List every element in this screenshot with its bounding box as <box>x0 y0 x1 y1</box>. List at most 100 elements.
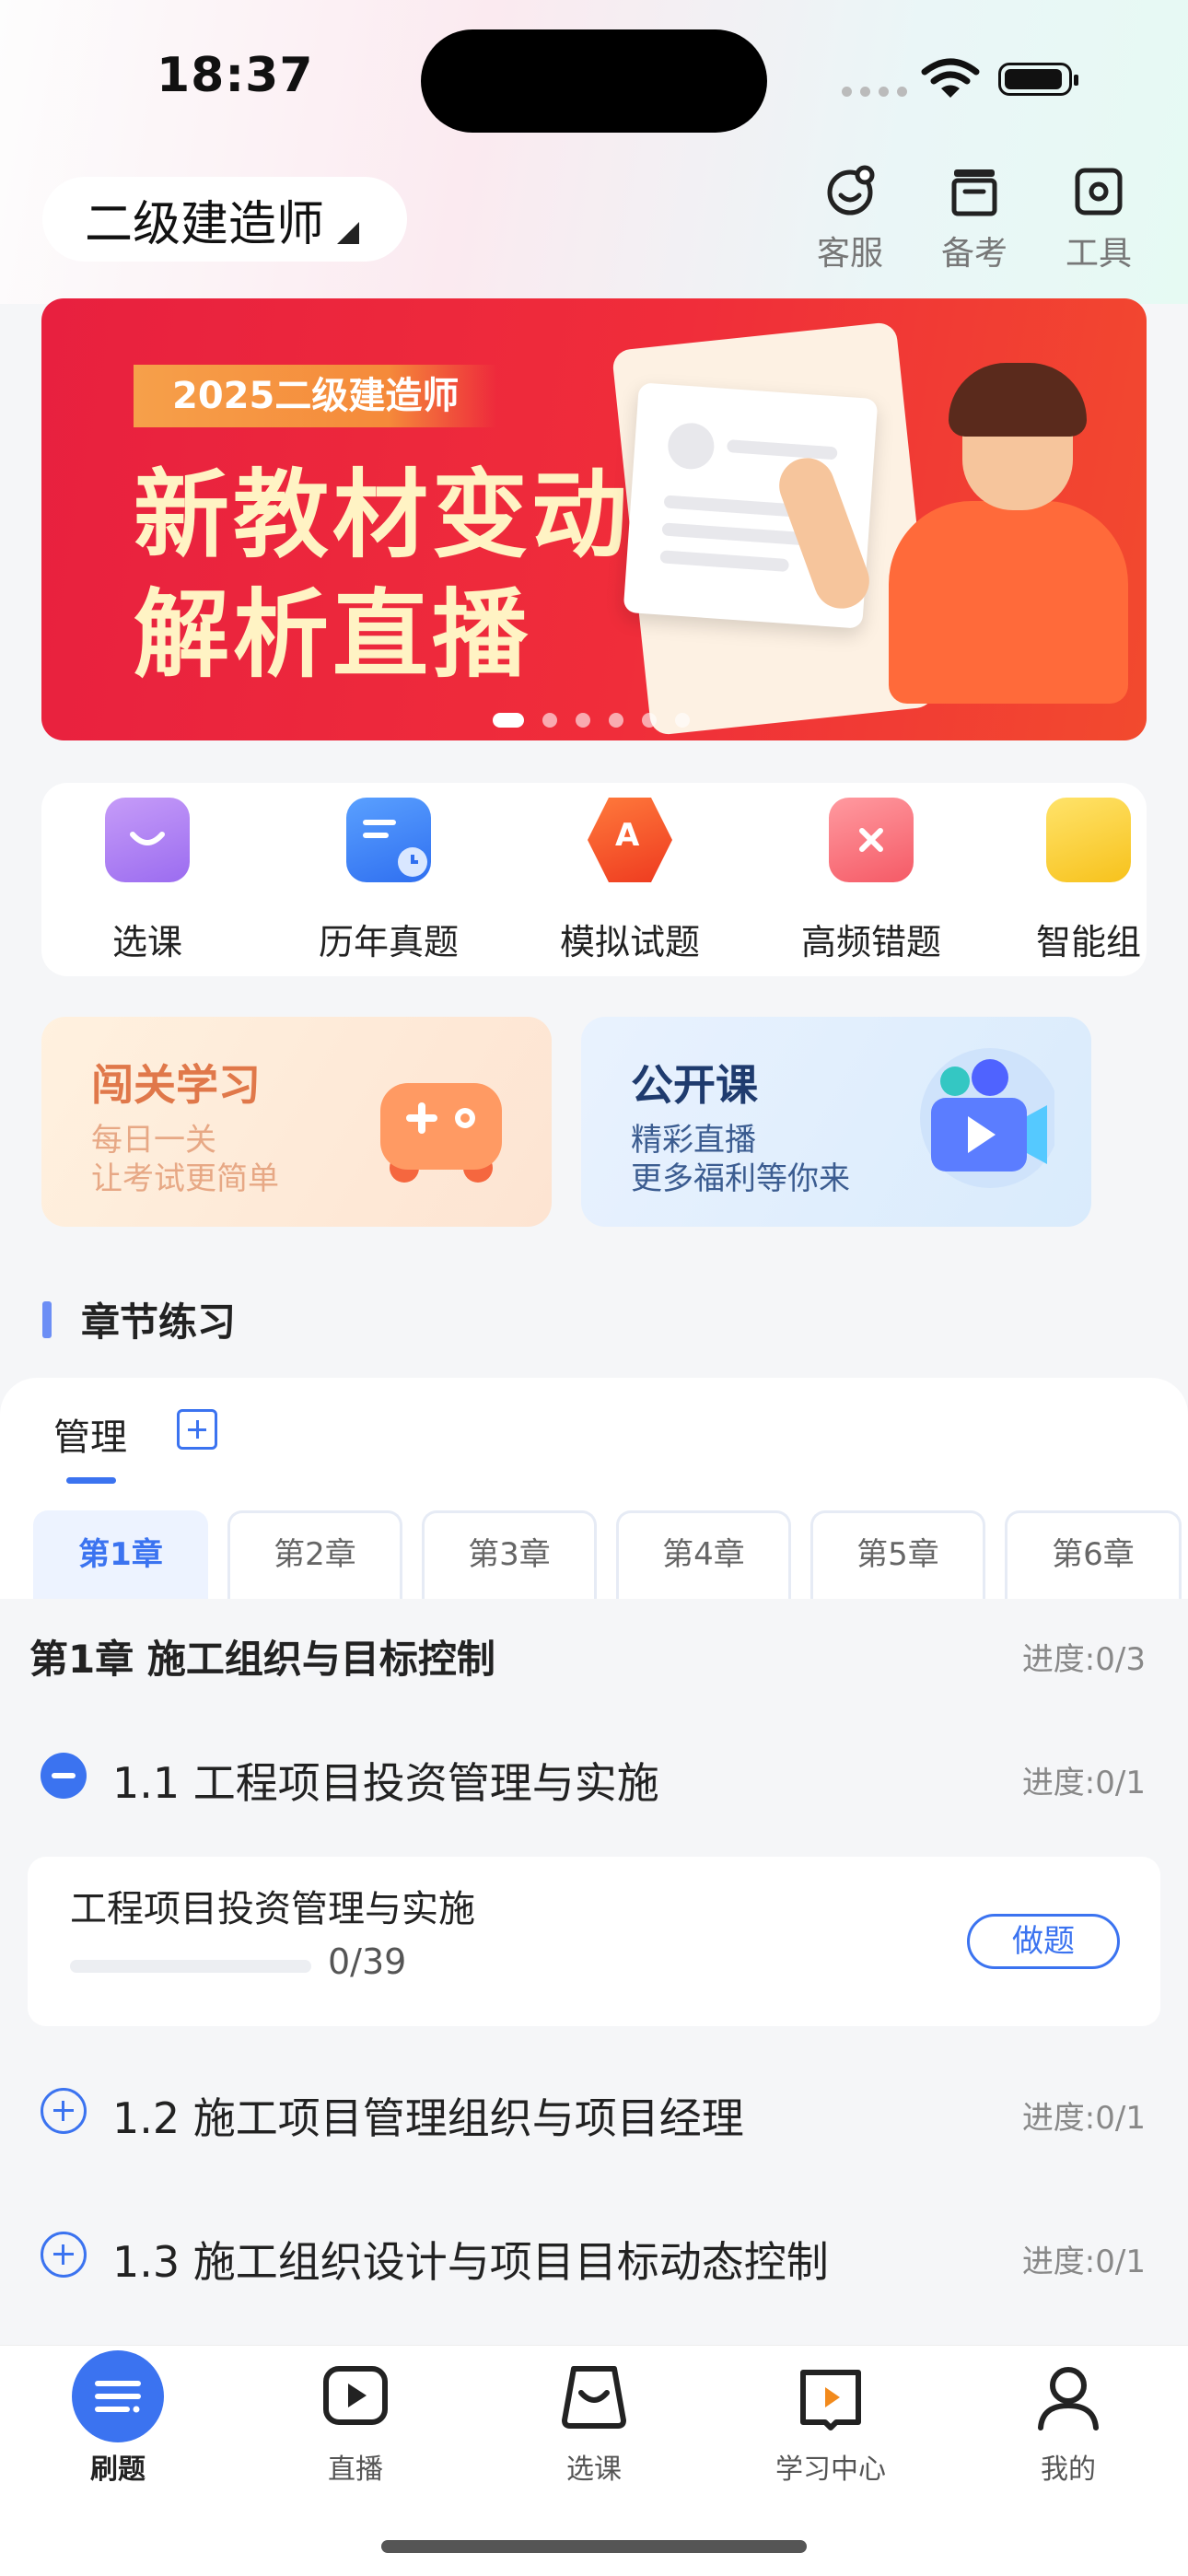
banner-pagination[interactable] <box>493 713 690 728</box>
tools-icon <box>1075 168 1123 216</box>
tab-chapter-3[interactable]: 第3章 <box>422 1510 597 1599</box>
banner-dot[interactable] <box>576 713 590 728</box>
card-title: 公开课 <box>631 1060 758 1110</box>
banner-headline-2: 解析直播 <box>134 578 532 691</box>
shopping-bag-icon <box>105 798 190 882</box>
svg-text:A: A <box>615 817 640 854</box>
quick-entry-smart-paper[interactable]: 智能组 <box>983 798 1147 964</box>
banner-dot[interactable] <box>493 713 524 728</box>
tool-label: 备考 <box>940 235 1007 273</box>
exam-selector[interactable]: 二级建造师 <box>42 177 407 262</box>
study-center-icon <box>785 2350 877 2442</box>
add-subject-button[interactable] <box>177 1409 217 1450</box>
card-title: 闯关学习 <box>91 1060 261 1110</box>
customer-service-icon <box>827 165 875 216</box>
banner-dot[interactable] <box>542 713 557 728</box>
tool-label: 工具 <box>1065 235 1132 273</box>
question-count: 0/39 <box>328 1941 407 1982</box>
prepare-button[interactable]: 备考 <box>924 164 1025 274</box>
chapter-title: 第1章 施工组织与目标控制 <box>29 1637 495 1682</box>
quick-entry-label: 高频错题 <box>800 922 941 962</box>
progress-bar <box>70 1960 311 1973</box>
collapse-icon[interactable] <box>41 1753 87 1799</box>
tab-label: 选课 <box>566 2454 622 2486</box>
smart-paper-icon <box>1046 798 1131 882</box>
banner-headline-1: 新教材变动 <box>134 459 632 571</box>
tab-courses[interactable]: 选课 <box>511 2350 677 2487</box>
level-learning-card[interactable]: 闯关学习 每日一关 让考试更简单 <box>41 1017 552 1227</box>
tab-study-center[interactable]: 学习中心 <box>748 2350 914 2487</box>
section-row[interactable]: 1.3 施工组织设计与项目目标动态控制 进度:0/1 <box>0 2209 1188 2301</box>
sub-section-name: 工程项目投资管理与实施 <box>70 1888 475 1930</box>
section-title-bar <box>42 1300 52 1338</box>
cellular-signal-icon <box>842 87 907 97</box>
section-title-text: 章节练习 <box>81 1300 237 1345</box>
section-row[interactable]: 1.2 施工项目管理组织与项目经理 进度:0/1 <box>0 2065 1188 2157</box>
video-camera-icon <box>920 1048 1054 1188</box>
tab-chapter-6[interactable]: 第6章 <box>1005 1510 1182 1599</box>
banner-dot[interactable] <box>675 713 690 728</box>
open-class-card[interactable]: 公开课 精彩直播 更多福利等你来 <box>581 1017 1091 1227</box>
profile-icon <box>1022 2350 1114 2442</box>
quick-entry-label: 选课 <box>111 922 182 962</box>
section-title: 章节练习 <box>42 1291 236 1347</box>
promo-banner[interactable]: 2025二级建造师 新教材变动 解析直播 <box>41 298 1147 740</box>
quick-entry-select-course[interactable]: 选课 <box>41 798 253 964</box>
tools-button[interactable]: 工具 <box>1048 164 1149 274</box>
tab-practice[interactable]: 刷题 <box>35 2350 201 2487</box>
card-subtitle: 让考试更简单 <box>91 1160 279 1197</box>
section-name: 1.2 施工项目管理组织与项目经理 <box>112 2093 744 2143</box>
sub-section-card: 工程项目投资管理与实施 0/39 做题 <box>28 1857 1160 2026</box>
wrong-questions-icon <box>829 798 914 882</box>
banner-dot[interactable] <box>609 713 623 728</box>
banner-tag: 2025二级建造师 <box>134 365 498 427</box>
section-progress: 进度:0/1 <box>1021 1765 1146 1801</box>
quick-entry-bar: 选课 历年真题 A 模拟试题 高频错题 智能组 <box>41 783 1147 976</box>
tab-live[interactable]: 直播 <box>273 2350 438 2487</box>
quick-entry-wrong-questions[interactable]: 高频错题 <box>765 798 977 964</box>
quick-entry-past-papers[interactable]: 历年真题 <box>283 798 495 964</box>
tab-chapter-2[interactable]: 第2章 <box>227 1510 402 1599</box>
tab-chapter-1[interactable]: 第1章 <box>33 1510 208 1599</box>
chapter-tabs: 第1章 第2章 第3章 第4章 第5章 第6章 <box>33 1510 1182 1599</box>
subject-tab-underline <box>66 1477 116 1484</box>
status-time: 18:37 <box>157 48 314 103</box>
section-row[interactable]: 1.1 工程项目投资管理与实施 进度:0/1 <box>0 1730 1188 1822</box>
banner-dot[interactable] <box>642 713 657 728</box>
quick-entry-label: 智能组 <box>1035 922 1141 962</box>
battery-icon <box>998 63 1078 96</box>
expand-icon[interactable] <box>41 2088 87 2134</box>
section-name: 1.3 施工组织设计与项目目标动态控制 <box>112 2237 829 2287</box>
chapter-progress: 进度:0/3 <box>1021 1641 1146 1678</box>
tab-label: 刷题 <box>90 2454 146 2486</box>
tab-chapter-5[interactable]: 第5章 <box>810 1510 985 1599</box>
banner-person-body <box>889 501 1128 704</box>
section-progress: 进度:0/1 <box>1021 2100 1146 2137</box>
card-subtitle: 更多福利等你来 <box>631 1160 850 1197</box>
banner-person-hair <box>949 363 1087 437</box>
archive-icon <box>951 169 997 216</box>
quick-entry-label: 模拟试题 <box>559 922 700 962</box>
course-bag-icon <box>548 2350 640 2442</box>
dynamic-island <box>421 29 767 133</box>
quick-entry-label: 历年真题 <box>318 922 459 962</box>
practice-icon <box>72 2350 164 2442</box>
tab-label: 学习中心 <box>775 2454 886 2486</box>
quick-entry-mock-exam[interactable]: A 模拟试题 <box>524 798 736 964</box>
wifi-icon <box>921 58 980 98</box>
expand-icon[interactable] <box>41 2232 87 2278</box>
tool-label: 客服 <box>816 235 883 273</box>
customer-service-button[interactable]: 客服 <box>799 164 901 274</box>
do-questions-button[interactable]: 做题 <box>967 1914 1120 1969</box>
subject-tab-management[interactable]: 管理 <box>53 1407 127 1461</box>
live-icon <box>309 2350 402 2442</box>
dropdown-triangle-icon <box>337 222 360 244</box>
past-papers-icon <box>346 798 431 882</box>
game-controller-icon <box>380 1083 502 1183</box>
home-indicator[interactable] <box>381 2540 807 2553</box>
tab-label: 直播 <box>328 2454 383 2486</box>
exam-name: 二级建造师 <box>85 196 325 252</box>
tab-profile[interactable]: 我的 <box>985 2350 1151 2487</box>
tab-chapter-4[interactable]: 第4章 <box>616 1510 791 1599</box>
section-name: 1.1 工程项目投资管理与实施 <box>112 1758 659 1808</box>
